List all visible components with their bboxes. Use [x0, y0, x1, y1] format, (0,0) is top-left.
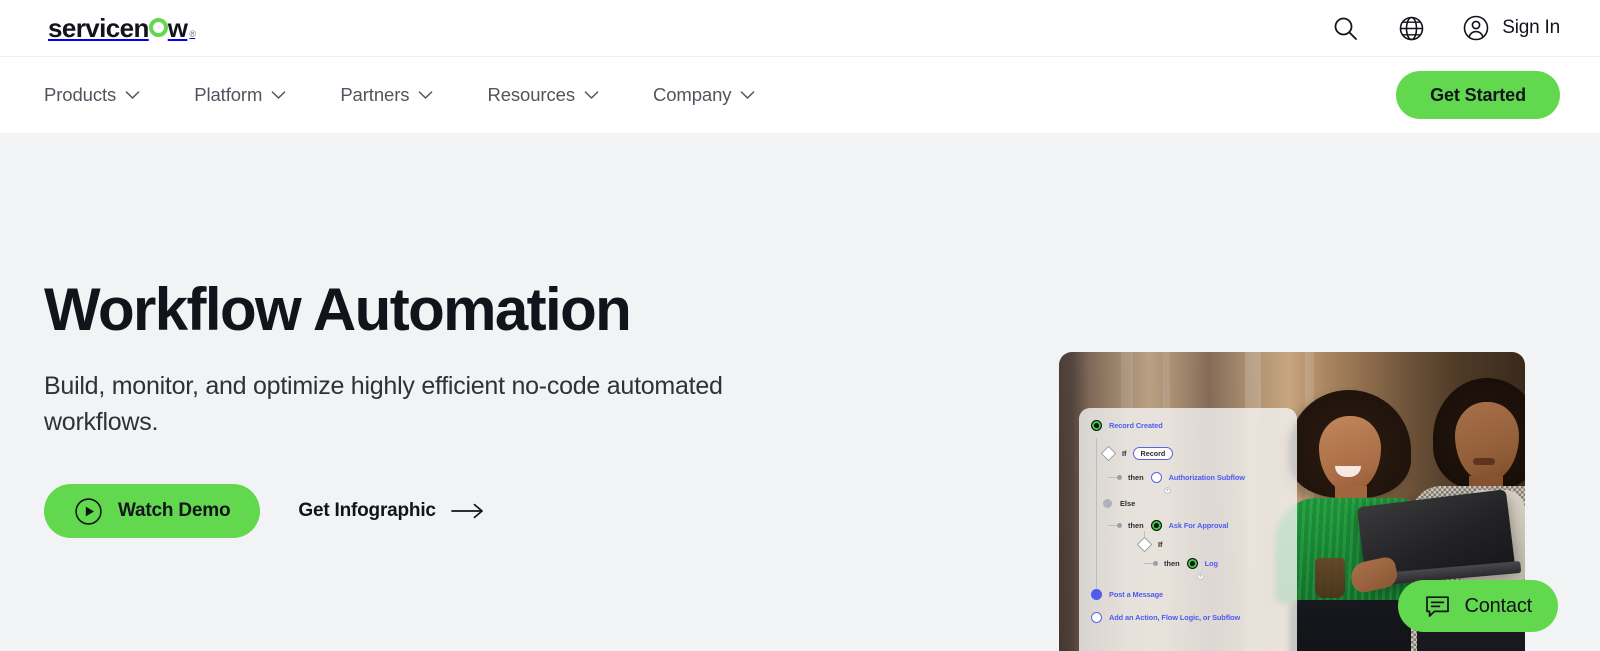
action-node-icon [1150, 472, 1162, 483]
contact-label: Contact [1464, 594, 1532, 617]
topbar-actions: Sign In [1330, 13, 1560, 43]
logo-wordmark-part2: w [167, 13, 188, 43]
workflow-step-prefix: then [1128, 521, 1144, 530]
chat-bubble-icon [1426, 595, 1450, 617]
add-step-icon[interactable]: + [1197, 573, 1204, 580]
nav-item-platform[interactable]: Platform [194, 76, 314, 114]
workflow-step-if-record[interactable]: If Record [1100, 445, 1287, 462]
workflow-step-else[interactable]: Else [1103, 499, 1287, 508]
workflow-overlay-panel: Record Created If Record then Authorizat… [1079, 408, 1297, 651]
play-circle-icon [75, 497, 102, 525]
get-started-button[interactable]: Get Started [1396, 71, 1560, 119]
workflow-step-ask-for-approval[interactable]: then Ask For Approval [1108, 520, 1287, 531]
language-selector-button[interactable] [1396, 13, 1426, 43]
hero-actions: Watch Demo Get Infographic [44, 484, 900, 538]
workflow-step-label: Record Created [1109, 421, 1163, 430]
page-title: Workflow Automation [44, 276, 632, 343]
workflow-step-prefix: then [1164, 559, 1180, 568]
nav-item-company[interactable]: Company [653, 76, 783, 114]
search-button[interactable] [1330, 13, 1360, 43]
workflow-step-prefix: then [1128, 473, 1144, 482]
logo-green-o-icon [148, 18, 168, 37]
logo-registered-mark: ® [189, 29, 196, 39]
globe-icon [1399, 16, 1424, 40]
hero-subtitle: Build, monitor, and optimize highly effi… [44, 372, 723, 436]
main-navigation: Products Platform Partners Resources Com… [0, 57, 1600, 133]
workflow-step-prefix: If [1122, 449, 1127, 458]
workflow-step-prefix: If [1158, 540, 1163, 549]
chevron-down-icon [125, 91, 140, 99]
logo-wordmark-part1: servicen [48, 13, 149, 43]
message-node-icon [1091, 589, 1102, 600]
trigger-node-icon [1091, 420, 1102, 431]
add-node-icon [1091, 612, 1102, 623]
workflow-step-label: Post a Message [1109, 590, 1164, 599]
search-icon [1334, 17, 1357, 40]
get-infographic-label: Get Infographic [298, 500, 436, 521]
sign-in-label: Sign In [1502, 17, 1560, 38]
nav-item-products[interactable]: Products [44, 76, 168, 114]
branch-dot-icon [1117, 523, 1122, 528]
record-pill: Record [1132, 447, 1174, 460]
action-node-icon [1150, 520, 1162, 531]
top-utility-bar: servicen w ® Sign In [0, 0, 1600, 57]
hero-copy: Workflow Automation Build, monitor, and … [0, 133, 900, 538]
workflow-step-label: Authorization Subflow [1168, 473, 1245, 482]
chevron-down-icon [584, 91, 599, 99]
get-infographic-link[interactable]: Get Infographic [298, 500, 484, 522]
workflow-step-record-created[interactable]: Record Created [1091, 420, 1287, 431]
workflow-step-authorization-subflow[interactable]: then Authorization Subflow + [1108, 472, 1287, 494]
workflow-step-log[interactable]: then Log + [1144, 558, 1287, 580]
servicenow-logo[interactable]: servicen w ® [48, 13, 196, 43]
workflow-step-label: Add an Action, Flow Logic, or Subflow [1109, 613, 1241, 622]
add-step-icon[interactable]: + [1164, 487, 1171, 494]
hero-section: Workflow Automation Build, monitor, and … [0, 133, 1600, 651]
branch-dot-icon [1117, 475, 1122, 480]
user-circle-icon [1463, 15, 1489, 41]
nav-item-label: Resources [487, 84, 575, 105]
sign-in-button[interactable]: Sign In [1462, 14, 1560, 42]
arrow-right-icon [450, 503, 483, 519]
workflow-connector [1096, 438, 1098, 598]
nav-item-label: Products [44, 84, 117, 105]
workflow-step-label: Ask For Approval [1168, 521, 1229, 530]
nav-item-label: Platform [194, 84, 263, 105]
nav-item-label: Partners [340, 84, 410, 105]
watch-demo-label: Watch Demo [118, 500, 231, 521]
action-node-icon [1186, 558, 1198, 569]
workflow-step-add-action[interactable]: Add an Action, Flow Logic, or Subflow [1091, 612, 1287, 623]
branch-dot-icon [1153, 561, 1158, 566]
else-dot-icon [1103, 499, 1112, 508]
chevron-down-icon [271, 91, 286, 99]
contact-button[interactable]: Contact [1398, 580, 1558, 632]
nav-item-label: Company [652, 84, 732, 105]
workflow-step-if-2[interactable]: If [1136, 531, 1287, 553]
watch-demo-button[interactable]: Watch Demo [44, 484, 261, 538]
nav-item-resources[interactable]: Resources [487, 76, 627, 114]
condition-diamond-icon [1136, 536, 1153, 553]
condition-diamond-icon [1100, 445, 1117, 462]
nav-item-partners[interactable]: Partners [340, 76, 461, 114]
nav-item-list: Products Platform Partners Resources Com… [44, 76, 809, 114]
workflow-step-label: Log [1204, 559, 1218, 568]
chevron-down-icon [419, 91, 433, 99]
chevron-down-icon [741, 91, 755, 99]
workflow-step-prefix: Else [1120, 499, 1136, 508]
workflow-step-post-a-message[interactable]: Post a Message [1091, 589, 1287, 600]
